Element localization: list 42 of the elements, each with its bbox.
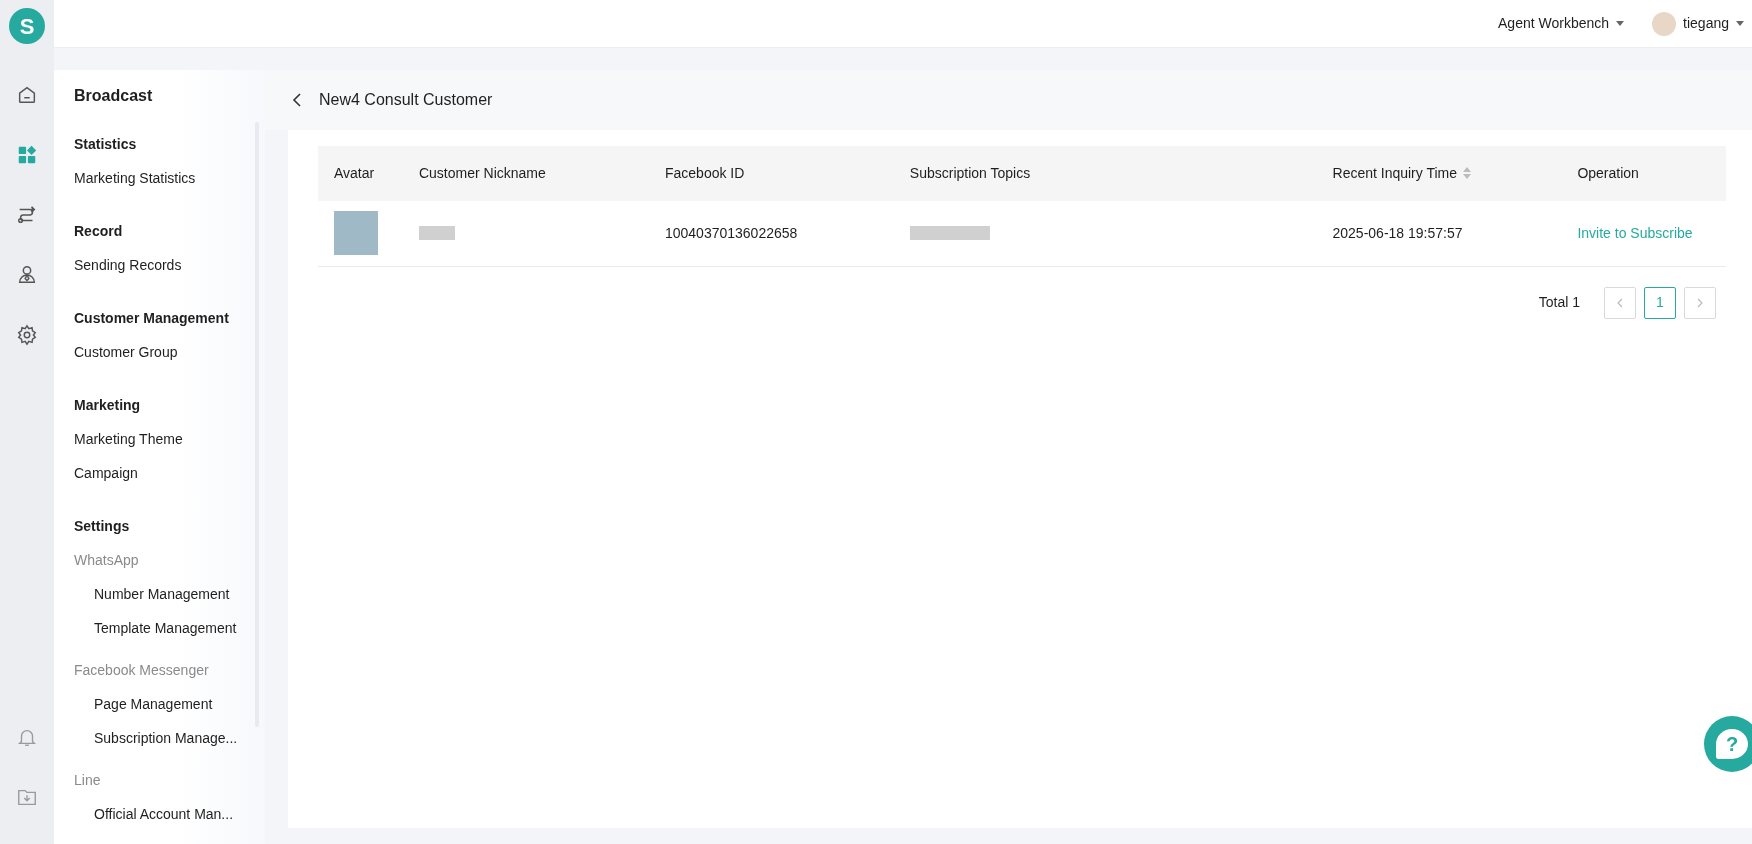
- group-label: Facebook Messenger: [74, 661, 210, 680]
- group-label: Line: [74, 771, 102, 790]
- avatar-placeholder: [1652, 11, 1677, 36]
- column-header: Subscription Topics: [893, 146, 1317, 201]
- sidebar-item[interactable]: Campaign: [74, 464, 265, 483]
- column-header[interactable]: Recent Inquiry Time: [1316, 146, 1562, 201]
- workspace-dropdown[interactable]: Agent Workbench: [1498, 13, 1625, 34]
- column-header: Facebook ID: [648, 146, 894, 201]
- table-cell: 10040370136022658: [648, 201, 894, 266]
- next-page-button[interactable]: [1684, 286, 1716, 319]
- sidebar-title: Broadcast: [74, 86, 154, 106]
- sidebar-item[interactable]: Page Management: [94, 695, 265, 714]
- user-menu[interactable]: tiegang: [1652, 11, 1744, 36]
- group-label: WhatsApp: [74, 551, 140, 570]
- total-count: Total 1: [1538, 293, 1580, 312]
- sidebar-item[interactable]: Subscription Manage...: [94, 729, 265, 748]
- column-header: Operation: [1561, 146, 1726, 201]
- chevron-icon: [1696, 297, 1704, 308]
- page-title: New4 Consult Customer: [319, 90, 493, 110]
- table-cell: 2025-06-18 19:57:57: [1316, 201, 1562, 266]
- chevron-icon: [1616, 297, 1624, 308]
- section-title: Customer Management: [74, 309, 230, 328]
- sidebar-item[interactable]: Official Account Man...: [94, 805, 265, 824]
- sidebar-item[interactable]: Marketing Statistics: [74, 169, 265, 188]
- sort-icon[interactable]: [1463, 167, 1471, 179]
- section-title: Statistics: [74, 135, 138, 154]
- blurred-text: [418, 226, 455, 241]
- blurred-avatar: [334, 211, 378, 256]
- sidebar-item[interactable]: Number Management: [94, 585, 265, 604]
- section-title: Record: [74, 222, 124, 241]
- section-title: Marketing: [74, 396, 142, 415]
- caret-icon: [1736, 21, 1744, 26]
- sidebar-item[interactable]: Sending Records: [74, 256, 265, 275]
- section-title: Settings: [74, 517, 131, 536]
- column-header: Avatar: [318, 146, 403, 201]
- sidebar-item[interactable]: Template Management: [94, 619, 265, 638]
- sidebar-item[interactable]: Customer Group: [74, 343, 265, 362]
- caret-icon: [1616, 21, 1625, 26]
- column-header: Customer Nickname: [402, 146, 649, 201]
- prev-page-button[interactable]: [1604, 286, 1636, 319]
- sidebar-item[interactable]: Marketing Theme: [74, 430, 265, 449]
- app-logo: S: [9, 8, 45, 44]
